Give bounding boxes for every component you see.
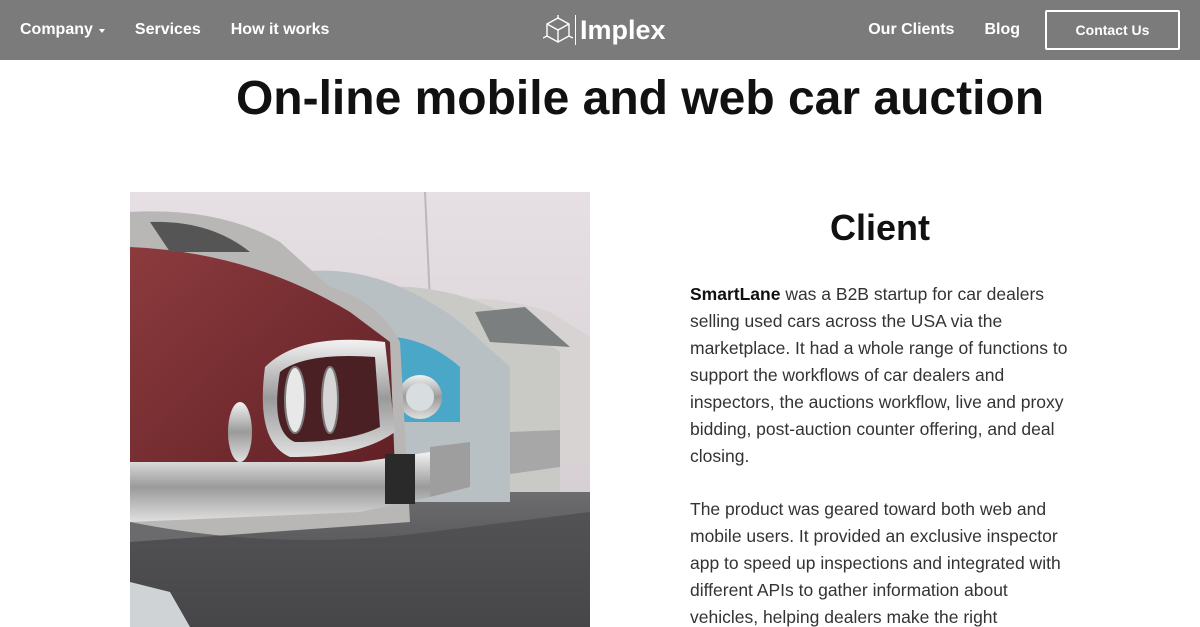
product-description-paragraph: The product was geared toward both web a… bbox=[690, 499, 1061, 627]
cube-logo-icon bbox=[543, 15, 573, 43]
contact-us-button[interactable]: Contact Us bbox=[1045, 10, 1180, 50]
nav-item-company[interactable]: Company bbox=[20, 21, 105, 39]
nav-item-label: Services bbox=[134, 21, 201, 38]
logo-divider bbox=[575, 15, 576, 45]
nav-item-services[interactable]: Services bbox=[135, 21, 201, 39]
vintage-cars-illustration bbox=[130, 192, 590, 627]
client-name: SmartLane bbox=[690, 284, 781, 304]
site-logo[interactable]: Implex bbox=[543, 13, 666, 47]
nav-item-label: Blog bbox=[984, 21, 1020, 38]
section-heading-client: Client bbox=[829, 207, 930, 248]
nav-item-label: Our Clients bbox=[868, 21, 955, 38]
page-title: On-line mobile and web car auction bbox=[235, 72, 1045, 125]
nav-right: Our Clients Blog Contact Us bbox=[868, 0, 1180, 60]
nav-item-label: How it works bbox=[230, 21, 330, 38]
nav-item-our-clients[interactable]: Our Clients bbox=[868, 21, 954, 39]
nav-item-label: Company bbox=[20, 21, 93, 38]
client-description-text: was a B2B startup for car dealers sellin… bbox=[690, 284, 1068, 466]
caret-down-icon bbox=[98, 28, 105, 33]
logo-text: Implex bbox=[580, 15, 666, 45]
page: Company Services How it works Implex Our… bbox=[0, 0, 1200, 627]
vintage-cars-photo bbox=[130, 192, 590, 627]
top-navbar: Company Services How it works Implex Our… bbox=[0, 0, 1200, 60]
nav-item-blog[interactable]: Blog bbox=[984, 21, 1020, 39]
client-description-paragraph: SmartLane was a B2B startup for car deal… bbox=[690, 281, 1080, 470]
nav-item-how-it-works[interactable]: How it works bbox=[231, 21, 330, 39]
nav-left: Company Services How it works bbox=[20, 0, 359, 60]
